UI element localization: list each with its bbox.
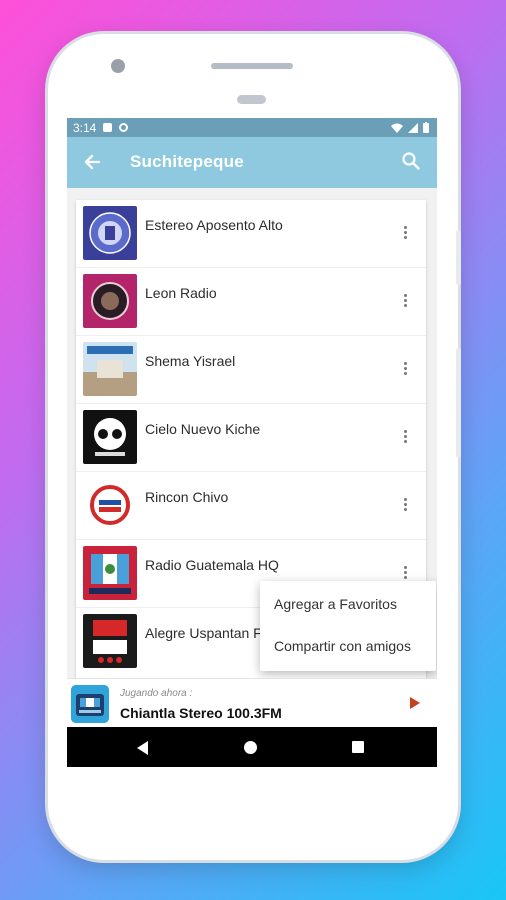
station-logo xyxy=(83,478,137,532)
context-menu: Agregar a Favoritos Compartir con amigos xyxy=(260,581,436,671)
app-screen: 3:14 Suchitepeque Estereo Aposento Alto … xyxy=(67,118,437,767)
now-playing-station: Chiantla Stereo 100.3FM xyxy=(120,705,282,721)
signal-icon xyxy=(408,122,418,133)
station-logo xyxy=(83,206,137,260)
station-name: Radio Guatemala HQ xyxy=(145,557,279,573)
station-row[interactable]: Estereo Aposento Alto xyxy=(76,200,426,268)
now-playing-logo xyxy=(71,685,109,723)
station-name: Leon Radio xyxy=(145,285,217,301)
more-options-icon[interactable] xyxy=(403,362,407,376)
status-bar: 3:14 xyxy=(67,118,437,137)
station-logo xyxy=(83,342,137,396)
station-logo xyxy=(83,614,137,668)
search-icon[interactable] xyxy=(401,151,421,171)
now-playing-label: Jugando ahora : xyxy=(120,688,193,699)
more-options-icon[interactable] xyxy=(403,566,407,580)
phone-volume-button xyxy=(456,348,461,458)
battery-icon xyxy=(423,122,429,133)
more-options-icon[interactable] xyxy=(403,498,407,512)
play-icon[interactable] xyxy=(410,697,420,709)
more-options-icon[interactable] xyxy=(403,430,407,444)
more-options-icon[interactable] xyxy=(403,226,407,240)
sync-icon xyxy=(119,123,129,132)
phone-power-button xyxy=(456,230,461,285)
notification-icon xyxy=(103,123,113,132)
station-name: Shema Yisrael xyxy=(145,353,236,369)
status-time: 3:14 xyxy=(73,120,97,135)
nav-recents-icon[interactable] xyxy=(352,741,364,753)
earpiece-speaker xyxy=(211,63,293,69)
station-row[interactable]: Cielo Nuevo Kiche xyxy=(76,404,426,472)
nav-home-icon[interactable] xyxy=(244,741,257,754)
proximity-sensor xyxy=(237,95,266,104)
station-row[interactable]: Leon Radio xyxy=(76,268,426,336)
front-camera xyxy=(111,59,125,73)
station-name: Cielo Nuevo Kiche xyxy=(145,421,261,437)
station-logo xyxy=(83,410,137,464)
station-name: Rincon Chivo xyxy=(145,489,229,505)
station-name: Alegre Uspantan FM xyxy=(145,625,274,641)
more-options-icon[interactable] xyxy=(403,294,407,308)
app-bar: Suchitepeque xyxy=(67,137,437,188)
back-arrow-icon[interactable] xyxy=(81,151,103,173)
station-name: Estereo Aposento Alto xyxy=(145,217,283,233)
station-logo xyxy=(83,546,137,600)
station-logo xyxy=(83,274,137,328)
nav-back-icon[interactable] xyxy=(137,741,148,755)
android-nav-bar xyxy=(67,727,437,767)
now-playing-bar[interactable]: Jugando ahora : Chiantla Stereo 100.3FM xyxy=(67,678,437,728)
menu-item-add-favorites[interactable]: Agregar a Favoritos xyxy=(274,596,397,612)
menu-item-share-friends[interactable]: Compartir con amigos xyxy=(274,638,411,654)
station-row[interactable]: Rincon Chivo xyxy=(76,472,426,540)
page-title: Suchitepeque xyxy=(130,152,244,171)
wifi-icon xyxy=(391,123,403,133)
station-row[interactable]: Shema Yisrael xyxy=(76,336,426,404)
